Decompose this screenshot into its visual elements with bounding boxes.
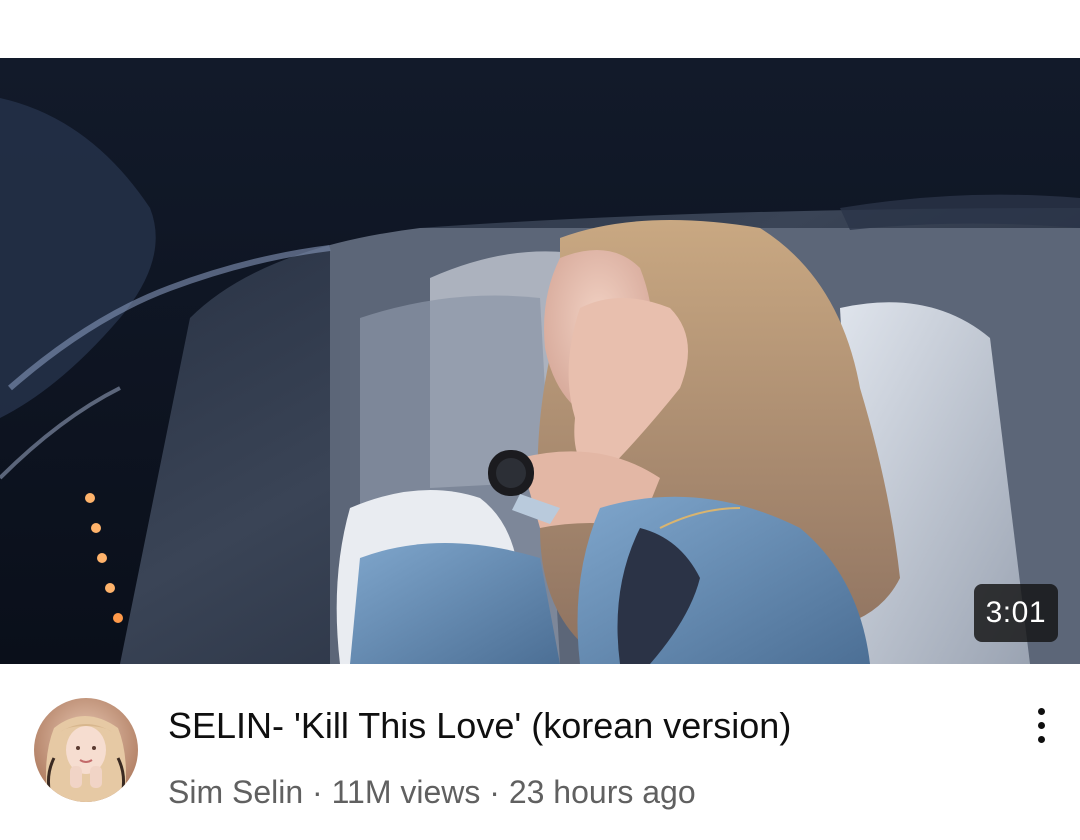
metadata-separator: · bbox=[303, 774, 332, 810]
channel-name[interactable]: Sim Selin bbox=[168, 774, 303, 810]
video-title[interactable]: SELIN- 'Kill This Love' (korean version) bbox=[168, 704, 968, 748]
metadata-separator: · bbox=[480, 774, 509, 810]
more-dot bbox=[1038, 708, 1045, 715]
thumbnail-image bbox=[0, 58, 1080, 664]
more-dot bbox=[1038, 736, 1045, 743]
video-details: SELIN- 'Kill This Love' (korean version)… bbox=[0, 664, 1080, 840]
duration-badge: 3:01 bbox=[973, 584, 1058, 642]
more-options-button[interactable] bbox=[1020, 702, 1064, 750]
top-spacer bbox=[0, 0, 1080, 58]
avatar-image bbox=[34, 698, 138, 802]
video-card: 3:01 SELIN- 'Kill This Love' (korean ver… bbox=[0, 0, 1080, 840]
view-count: 11M views bbox=[331, 774, 481, 810]
video-thumbnail[interactable]: 3:01 bbox=[0, 58, 1080, 664]
video-metadata: Sim Selin · 11M views · 23 hours ago bbox=[168, 772, 696, 812]
channel-avatar[interactable] bbox=[34, 698, 138, 802]
published-time: 23 hours ago bbox=[508, 774, 696, 810]
more-dot bbox=[1038, 722, 1045, 729]
